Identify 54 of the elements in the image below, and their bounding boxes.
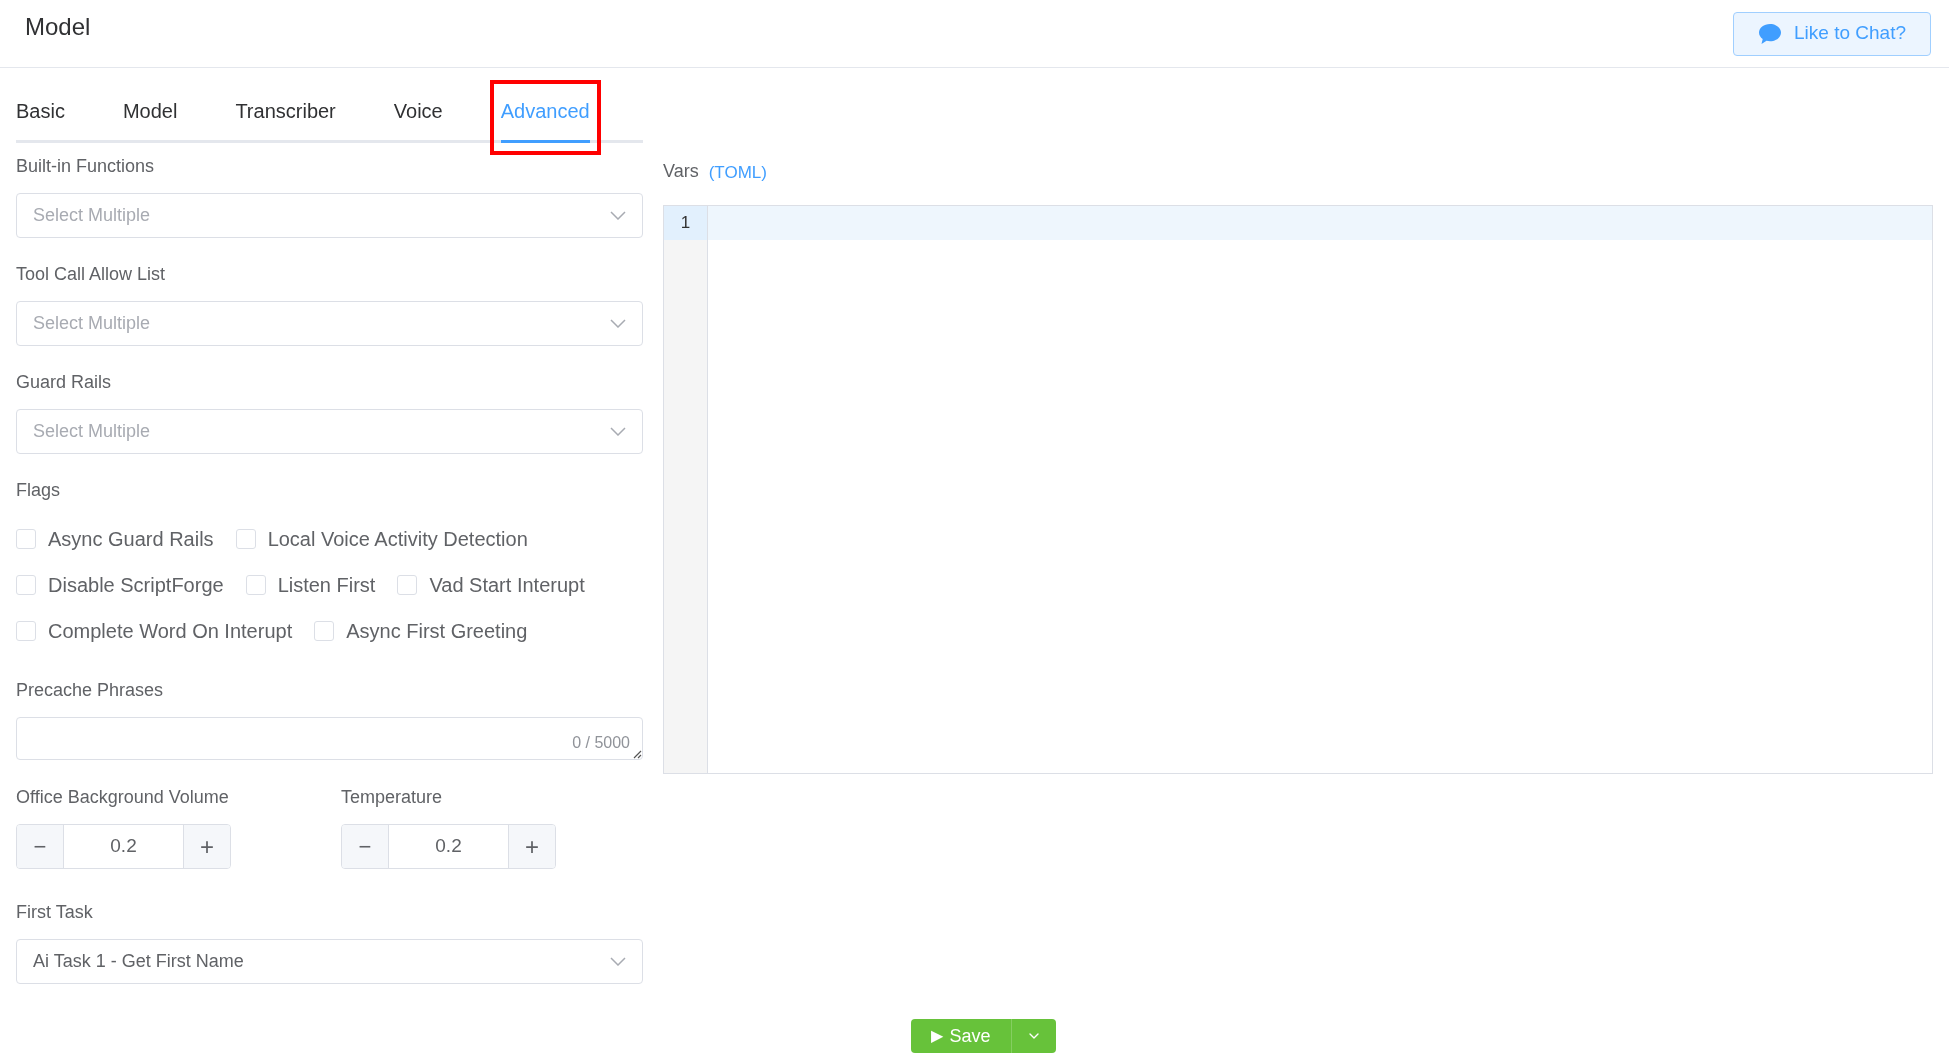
tab[interactable]: Basic bbox=[16, 96, 65, 143]
number-value: 0.2 bbox=[434, 834, 463, 859]
format-hint: (TOML) bbox=[708, 161, 767, 184]
checkbox-label: Vad Start Interupt bbox=[429, 575, 585, 595]
field-label: Built-in Functions bbox=[16, 157, 156, 175]
select-placeholder: Select Multiple bbox=[33, 312, 151, 335]
field-label: Precache Phrases bbox=[16, 681, 165, 699]
checkbox-label: Local Voice Activity Detection bbox=[267, 529, 528, 549]
checkbox[interactable] bbox=[245, 575, 266, 595]
field-label: Office Background Volume bbox=[16, 788, 230, 806]
number-value: 0.2 bbox=[109, 834, 138, 859]
page-title: Model bbox=[25, 11, 91, 42]
chevron-down-icon bbox=[610, 427, 626, 436]
increment-button[interactable]: + bbox=[508, 825, 555, 868]
character-counter: 0 / 5000 bbox=[572, 733, 630, 753]
select-value: Ai Task 1 - Get First Name bbox=[33, 950, 244, 973]
select-field[interactable]: Ai Task 1 - Get First Name bbox=[16, 939, 643, 984]
checkbox-label: Complete Word On Interupt bbox=[48, 621, 293, 641]
field-label: Vars bbox=[663, 160, 699, 183]
select-placeholder: Select Multiple bbox=[33, 204, 151, 227]
tab[interactable]: Transcriber bbox=[235, 96, 336, 143]
speech-bubble-icon bbox=[1758, 22, 1783, 45]
checkbox[interactable] bbox=[16, 575, 36, 595]
checkbox-label: Async Guard Rails bbox=[48, 529, 214, 549]
checkbox[interactable] bbox=[314, 621, 335, 641]
text-area[interactable]: 0 / 5000 bbox=[16, 717, 643, 760]
number-stepper[interactable]: − 0.2 + bbox=[16, 824, 231, 869]
field-label: Tool Call Allow List bbox=[16, 265, 167, 283]
number-stepper[interactable]: − 0.2 + bbox=[341, 824, 556, 869]
resize-handle-icon bbox=[632, 749, 642, 759]
decrement-button[interactable]: − bbox=[17, 825, 64, 868]
play-icon: ▶ bbox=[931, 1024, 944, 1048]
checkbox[interactable] bbox=[16, 621, 36, 641]
tab[interactable]: Voice bbox=[393, 96, 443, 143]
tab[interactable]: Model bbox=[122, 96, 178, 143]
increment-button[interactable]: + bbox=[183, 825, 230, 868]
dropdown-button[interactable] bbox=[1011, 1019, 1056, 1053]
checkbox-label: Async First Greeting bbox=[346, 621, 528, 641]
field-label: Temperature bbox=[341, 788, 444, 806]
field-label: Guard Rails bbox=[16, 373, 113, 391]
chevron-down-icon bbox=[610, 211, 626, 220]
code-editor[interactable]: 1 bbox=[663, 205, 1933, 774]
checkbox[interactable] bbox=[16, 529, 36, 549]
field-label: Flags bbox=[16, 481, 61, 499]
decrement-button[interactable]: − bbox=[342, 825, 389, 868]
checkbox[interactable] bbox=[397, 575, 418, 595]
select-placeholder: Select Multiple bbox=[33, 420, 151, 443]
checkbox-label: Disable ScriptForge bbox=[48, 575, 224, 595]
chevron-down-icon bbox=[610, 957, 626, 966]
chevron-down-icon bbox=[610, 319, 626, 328]
checkbox-label: Listen First bbox=[277, 575, 376, 595]
checkbox[interactable] bbox=[235, 529, 256, 549]
field-label: First Task bbox=[16, 903, 94, 921]
line-number: 1 bbox=[664, 206, 707, 240]
